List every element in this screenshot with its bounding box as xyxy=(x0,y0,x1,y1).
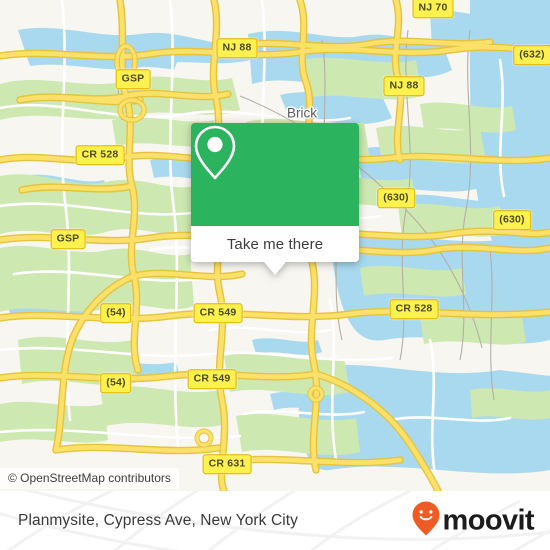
road-shield-gsp-b[interactable]: GSP xyxy=(50,229,86,249)
road-shield-54-a[interactable]: (54) xyxy=(100,303,132,323)
road-shield-630-b[interactable]: (630) xyxy=(493,210,531,230)
place-label-brick: Brick xyxy=(287,105,317,121)
popup-pin-area xyxy=(191,123,359,226)
road-shield-nj-88-b[interactable]: NJ 88 xyxy=(383,76,425,96)
road-shield-nj-88-a[interactable]: NJ 88 xyxy=(216,38,258,58)
road-shield-cr-631[interactable]: CR 631 xyxy=(202,454,252,474)
road-shield-nj-70[interactable]: NJ 70 xyxy=(412,0,454,18)
moovit-wordmark: moovit xyxy=(442,504,535,536)
road-shield-gsp-a[interactable]: GSP xyxy=(115,69,151,89)
popup-cta-area[interactable]: Take me there xyxy=(191,226,359,262)
take-me-there-button[interactable]: Take me there xyxy=(227,236,323,253)
road-shield-630-a[interactable]: (630) xyxy=(377,188,415,208)
road-shield-cr-528-a[interactable]: CR 528 xyxy=(75,145,125,165)
osm-attribution[interactable]: © OpenStreetMap contributors xyxy=(0,468,179,489)
road-shield-cr-549-b[interactable]: CR 549 xyxy=(187,369,237,389)
popup-tail xyxy=(264,262,286,275)
road-shield-54-b[interactable]: (54) xyxy=(100,373,132,393)
location-popup-card[interactable]: Take me there xyxy=(191,123,359,275)
moovit-pin-smiley-icon xyxy=(411,500,441,541)
moovit-brand[interactable]: moovit xyxy=(411,500,535,541)
footer-bar: Planmysite, Cypress Ave, New York City m… xyxy=(0,491,550,550)
moovit-map-screen: Brick NJ 70 NJ 88 (632) NJ 88 GSP CR 528… xyxy=(0,0,550,550)
map-canvas[interactable]: Brick NJ 70 NJ 88 (632) NJ 88 GSP CR 528… xyxy=(0,0,550,491)
road-shield-632[interactable]: (632) xyxy=(513,45,550,65)
road-shield-cr-528-b[interactable]: CR 528 xyxy=(389,299,439,319)
road-shield-cr-549-a[interactable]: CR 549 xyxy=(193,303,243,323)
page-title: Planmysite, Cypress Ave, New York City xyxy=(18,511,299,529)
